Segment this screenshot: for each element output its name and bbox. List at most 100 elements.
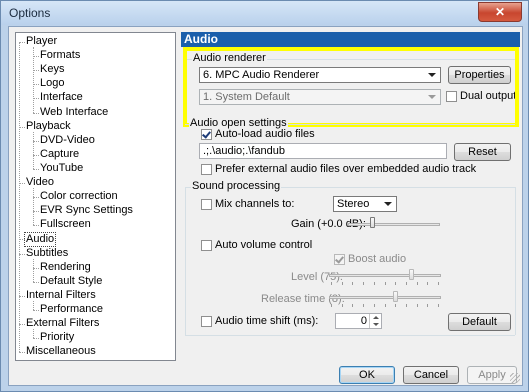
boost-audio-label[interactable]: Boost audio xyxy=(348,253,406,266)
level-slider-track[interactable] xyxy=(329,274,441,277)
slider-tick xyxy=(373,282,375,285)
options-window: Options ✕ Player Formats Keys Logo Interface… xyxy=(0,0,529,392)
tree-connector xyxy=(33,112,39,114)
slider-tick xyxy=(416,282,418,285)
auto-volume-checkbox[interactable] xyxy=(201,240,212,251)
mix-channels-select[interactable]: Stereo xyxy=(333,196,397,212)
resize-grip-icon[interactable] xyxy=(510,373,520,383)
highlight-box xyxy=(183,47,519,127)
slider-tick xyxy=(405,282,407,285)
title-bar[interactable]: Options ✕ xyxy=(1,1,528,25)
options-tree[interactable]: Player Formats Keys Logo Interface Web Interf… xyxy=(15,32,176,361)
slider-tick xyxy=(438,282,439,285)
page-title: Audio xyxy=(181,32,520,47)
tree-connector xyxy=(33,258,34,282)
time-shift-label[interactable]: Audio time shift (ms): xyxy=(215,315,318,328)
slider-tick xyxy=(352,282,354,285)
tree-item-default-style[interactable]: Default Style xyxy=(40,275,102,288)
autoload-checkbox[interactable] xyxy=(201,129,212,140)
slider-tick xyxy=(384,304,386,307)
slider-tick xyxy=(416,304,418,307)
tree-item-formats[interactable]: Formats xyxy=(40,49,80,62)
group-border xyxy=(185,187,186,335)
time-shift-checkbox[interactable] xyxy=(201,316,212,327)
tree-item-video[interactable]: Video xyxy=(26,176,54,189)
window-title: Options xyxy=(9,6,51,20)
slider-tick xyxy=(438,304,439,307)
tree-connector xyxy=(33,300,34,310)
slider-tick xyxy=(384,282,386,285)
release-slider-thumb[interactable] xyxy=(393,291,399,302)
tree-item-priority[interactable]: Priority xyxy=(40,331,74,344)
tree-connector xyxy=(33,338,39,340)
autoload-label[interactable]: Auto-load audio files xyxy=(215,128,315,141)
tree-connector xyxy=(33,281,39,283)
slider-tick xyxy=(331,304,332,307)
time-shift-value: 0 xyxy=(360,315,367,327)
slider-tick xyxy=(405,304,407,307)
gain-slider-track[interactable] xyxy=(348,223,440,226)
ok-button[interactable]: OK xyxy=(339,366,395,384)
arrow-up-icon xyxy=(373,316,379,319)
group-border xyxy=(185,335,515,336)
tree-item-web-interface[interactable]: Web Interface xyxy=(40,106,108,119)
release-slider-ticks xyxy=(331,304,439,308)
boost-audio-checkbox[interactable] xyxy=(334,254,345,265)
tree-item-fullscreen[interactable]: Fullscreen xyxy=(40,218,91,231)
tree-item-player[interactable]: Player xyxy=(26,35,57,48)
mix-channels-value: Stereo xyxy=(337,198,370,210)
tree-item-youtube[interactable]: YouTube xyxy=(40,162,83,175)
gain-slider-thumb[interactable] xyxy=(369,217,375,228)
reset-button[interactable]: Reset xyxy=(454,143,511,161)
audio-paths-input[interactable]: .;.\audio;.\fandub xyxy=(199,143,447,159)
arrow-down-icon xyxy=(373,323,379,326)
tree-item-logo[interactable]: Logo xyxy=(40,77,64,90)
tree-connector xyxy=(33,168,39,170)
tree-item-capture[interactable]: Capture xyxy=(40,148,79,161)
tree-item-evr-sync-settings[interactable]: EVR Sync Settings xyxy=(40,204,133,217)
mix-channels-checkbox[interactable] xyxy=(201,199,212,210)
slider-tick xyxy=(373,304,375,307)
slider-tick xyxy=(341,282,343,285)
slider-tick xyxy=(331,282,332,285)
tree-item-keys[interactable]: Keys xyxy=(40,63,64,76)
dialog-client: Player Formats Keys Logo Interface Web Interf… xyxy=(8,26,523,386)
close-icon: ✕ xyxy=(494,5,506,19)
tree-item-dvd-video[interactable]: DVD-Video xyxy=(40,134,95,147)
slider-tick xyxy=(352,304,354,307)
default-button[interactable]: Default xyxy=(448,313,511,331)
tree-connector xyxy=(33,47,34,113)
slider-tick xyxy=(341,304,343,307)
level-slider-ticks xyxy=(331,282,439,286)
level-slider-thumb[interactable] xyxy=(409,269,415,280)
tree-item-interface[interactable]: Interface xyxy=(40,91,83,104)
slider-tick xyxy=(363,282,365,285)
tree-item-color-correction[interactable]: Color correction xyxy=(40,190,118,203)
spinner-arrows[interactable] xyxy=(369,314,381,328)
tree-item-rendering[interactable]: Rendering xyxy=(40,261,91,274)
tree-connector xyxy=(33,131,34,169)
slider-tick xyxy=(395,304,397,307)
release-slider-track[interactable] xyxy=(329,296,441,299)
slider-tick xyxy=(427,282,429,285)
tree-item-miscellaneous[interactable]: Miscellaneous xyxy=(26,345,96,358)
chevron-down-icon xyxy=(384,202,392,206)
prefer-external-checkbox[interactable] xyxy=(201,164,212,175)
tree-item-internal-filters[interactable]: Internal Filters xyxy=(26,289,96,302)
close-button[interactable]: ✕ xyxy=(478,2,522,22)
tree-item-external-filters[interactable]: External Filters xyxy=(26,317,99,330)
group-border xyxy=(515,187,516,335)
slider-tick xyxy=(395,282,397,285)
prefer-external-label[interactable]: Prefer external audio files over embedde… xyxy=(215,163,476,176)
tree-item-audio[interactable]: Audio xyxy=(24,232,57,248)
time-shift-spinner[interactable]: 0 xyxy=(335,313,382,329)
cancel-button[interactable]: Cancel xyxy=(403,366,459,384)
tree-connector xyxy=(33,188,34,226)
tree-connector xyxy=(19,352,25,354)
auto-volume-label[interactable]: Auto volume control xyxy=(215,239,312,252)
tree-item-performance[interactable]: Performance xyxy=(40,303,103,316)
tree-connector xyxy=(33,329,34,339)
group-label-processing: Sound processing xyxy=(191,180,282,192)
mix-channels-label[interactable]: Mix channels to: xyxy=(215,198,294,211)
slider-tick xyxy=(427,304,429,307)
